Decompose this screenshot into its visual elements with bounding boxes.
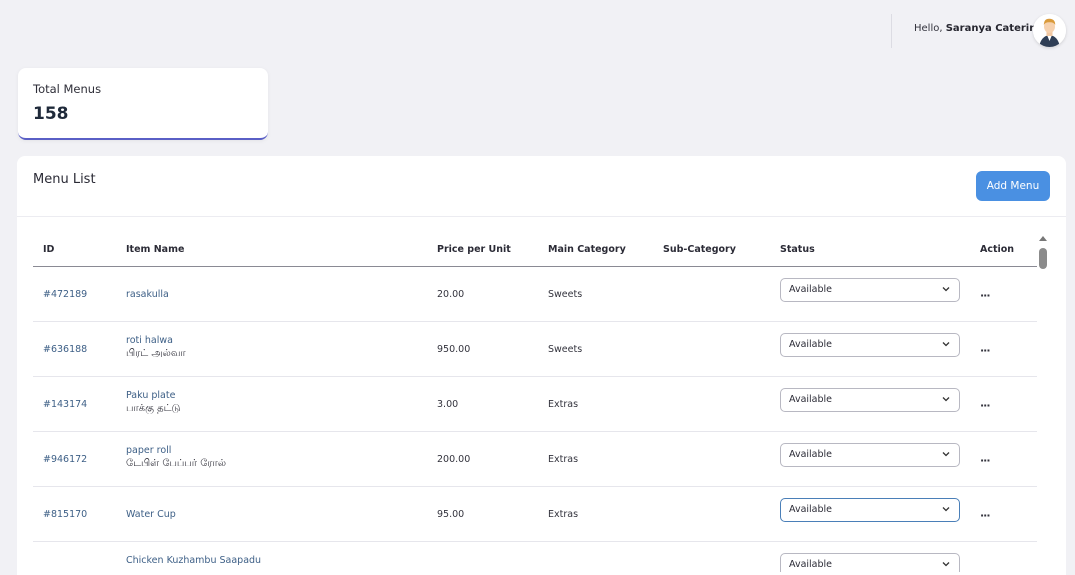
column-header-price[interactable]: Price per Unit [437,244,511,255]
column-header-action: Action [980,244,1015,255]
status-select[interactable]: Available [780,333,960,357]
menu-id[interactable]: #143174 [43,399,87,410]
menu-id[interactable]: #636188 [43,344,87,355]
user-avatar[interactable] [1033,14,1066,47]
table-row: #636188 roti halwa பிரட் அல்வா 950.00 Sw… [33,322,1037,377]
status-select[interactable]: Available [780,278,960,302]
table-row: Chicken Kuzhambu Saapadu Available [33,542,1037,572]
status-value: Available [789,284,833,295]
item-name-en: Chicken Kuzhambu Saapadu [126,555,262,566]
item-name-en: rasakulla [126,289,169,300]
user-greeting: Hello, Saranya Catering [914,23,1044,34]
main-category: Extras [548,454,579,465]
total-menus-card: Total Menus 158 [18,68,268,140]
item-name-tamil: பாக்கு தட்டு [126,403,181,414]
price: 950.00 [437,344,471,355]
main-category: Extras [548,509,579,520]
more-actions-icon[interactable]: ··· [980,399,991,412]
chevron-down-icon [942,452,950,457]
price: 20.00 [437,289,465,300]
status-value: Available [789,504,833,515]
status-select[interactable]: Available [780,388,960,412]
table-header: ID Item Name Price per Unit Main Categor… [33,234,1037,267]
chevron-down-icon [942,507,950,512]
main-category: Sweets [548,344,583,355]
avatar-icon [1033,14,1066,47]
item-name[interactable]: paper roll டேபிள் பேப்பர் ரோல் [126,445,226,470]
more-actions-icon[interactable]: ··· [980,454,991,467]
price: 95.00 [437,509,465,520]
status-select[interactable]: Available [780,498,960,522]
status-value: Available [789,394,833,405]
column-header-main-category[interactable]: Main Category [548,244,626,255]
chevron-down-icon [942,287,950,292]
price: 3.00 [437,399,459,410]
total-menus-label: Total Menus [33,82,102,96]
menu-id[interactable]: #946172 [43,454,87,465]
column-header-status[interactable]: Status [780,244,815,255]
greeting-prefix: Hello, [914,23,946,34]
item-name-en: Paku plate [126,390,176,401]
menu-list-title: Menu List [33,172,96,187]
item-name[interactable]: Chicken Kuzhambu Saapadu [126,555,261,566]
column-header-item-name[interactable]: Item Name [126,244,184,255]
add-menu-button[interactable]: Add Menu [976,171,1050,201]
item-name-en: paper roll [126,445,172,456]
header-divider [891,14,892,48]
item-name-en: Water Cup [126,509,176,520]
top-bar: Hello, Saranya Catering [0,0,1075,60]
user-name: Saranya Catering [945,23,1044,34]
price: 200.00 [437,454,471,465]
menu-list-panel: Menu List Add Menu ID Item Name Price pe… [17,156,1066,575]
menu-table: ID Item Name Price per Unit Main Categor… [33,234,1037,572]
chevron-down-icon [942,562,950,567]
main-category: Sweets [548,289,583,300]
column-header-id[interactable]: ID [43,244,54,255]
item-name-tamil: பிரட் அல்வா [126,348,186,359]
item-name[interactable]: Paku plate பாக்கு தட்டு [126,390,180,415]
column-header-sub-category[interactable]: Sub-Category [663,244,736,255]
chevron-down-icon [942,342,950,347]
table-row: #143174 Paku plate பாக்கு தட்டு 3.00 Ext… [33,377,1037,432]
item-name-en: roti halwa [126,335,173,346]
menu-id[interactable]: #815170 [43,509,87,520]
status-select[interactable]: Available [780,443,960,467]
more-actions-icon[interactable]: ··· [980,289,991,302]
table-row: #472189 rasakulla 20.00 Sweets Available… [33,267,1037,322]
menu-id[interactable]: #472189 [43,289,87,300]
item-name[interactable]: roti halwa பிரட் அல்வா [126,335,186,360]
table-scrollbar[interactable] [1036,234,1050,564]
panel-divider [17,216,1066,217]
more-actions-icon[interactable]: ··· [980,344,991,357]
item-name[interactable]: Water Cup [126,509,176,520]
item-name[interactable]: rasakulla [126,289,169,300]
scrollbar-thumb[interactable] [1039,248,1047,269]
status-value: Available [789,559,833,570]
scroll-up-arrow-icon[interactable] [1039,236,1047,241]
status-value: Available [789,449,833,460]
chevron-down-icon [942,397,950,402]
more-actions-icon[interactable]: ··· [980,509,991,522]
item-name-tamil: டேபிள் பேப்பர் ரோல் [126,458,226,469]
total-menus-value: 158 [33,104,69,124]
table-row: #946172 paper roll டேபிள் பேப்பர் ரோல் 2… [33,432,1037,487]
table-row: #815170 Water Cup 95.00 Extras Available… [33,487,1037,542]
main-category: Extras [548,399,579,410]
status-value: Available [789,339,833,350]
status-select[interactable]: Available [780,553,960,572]
